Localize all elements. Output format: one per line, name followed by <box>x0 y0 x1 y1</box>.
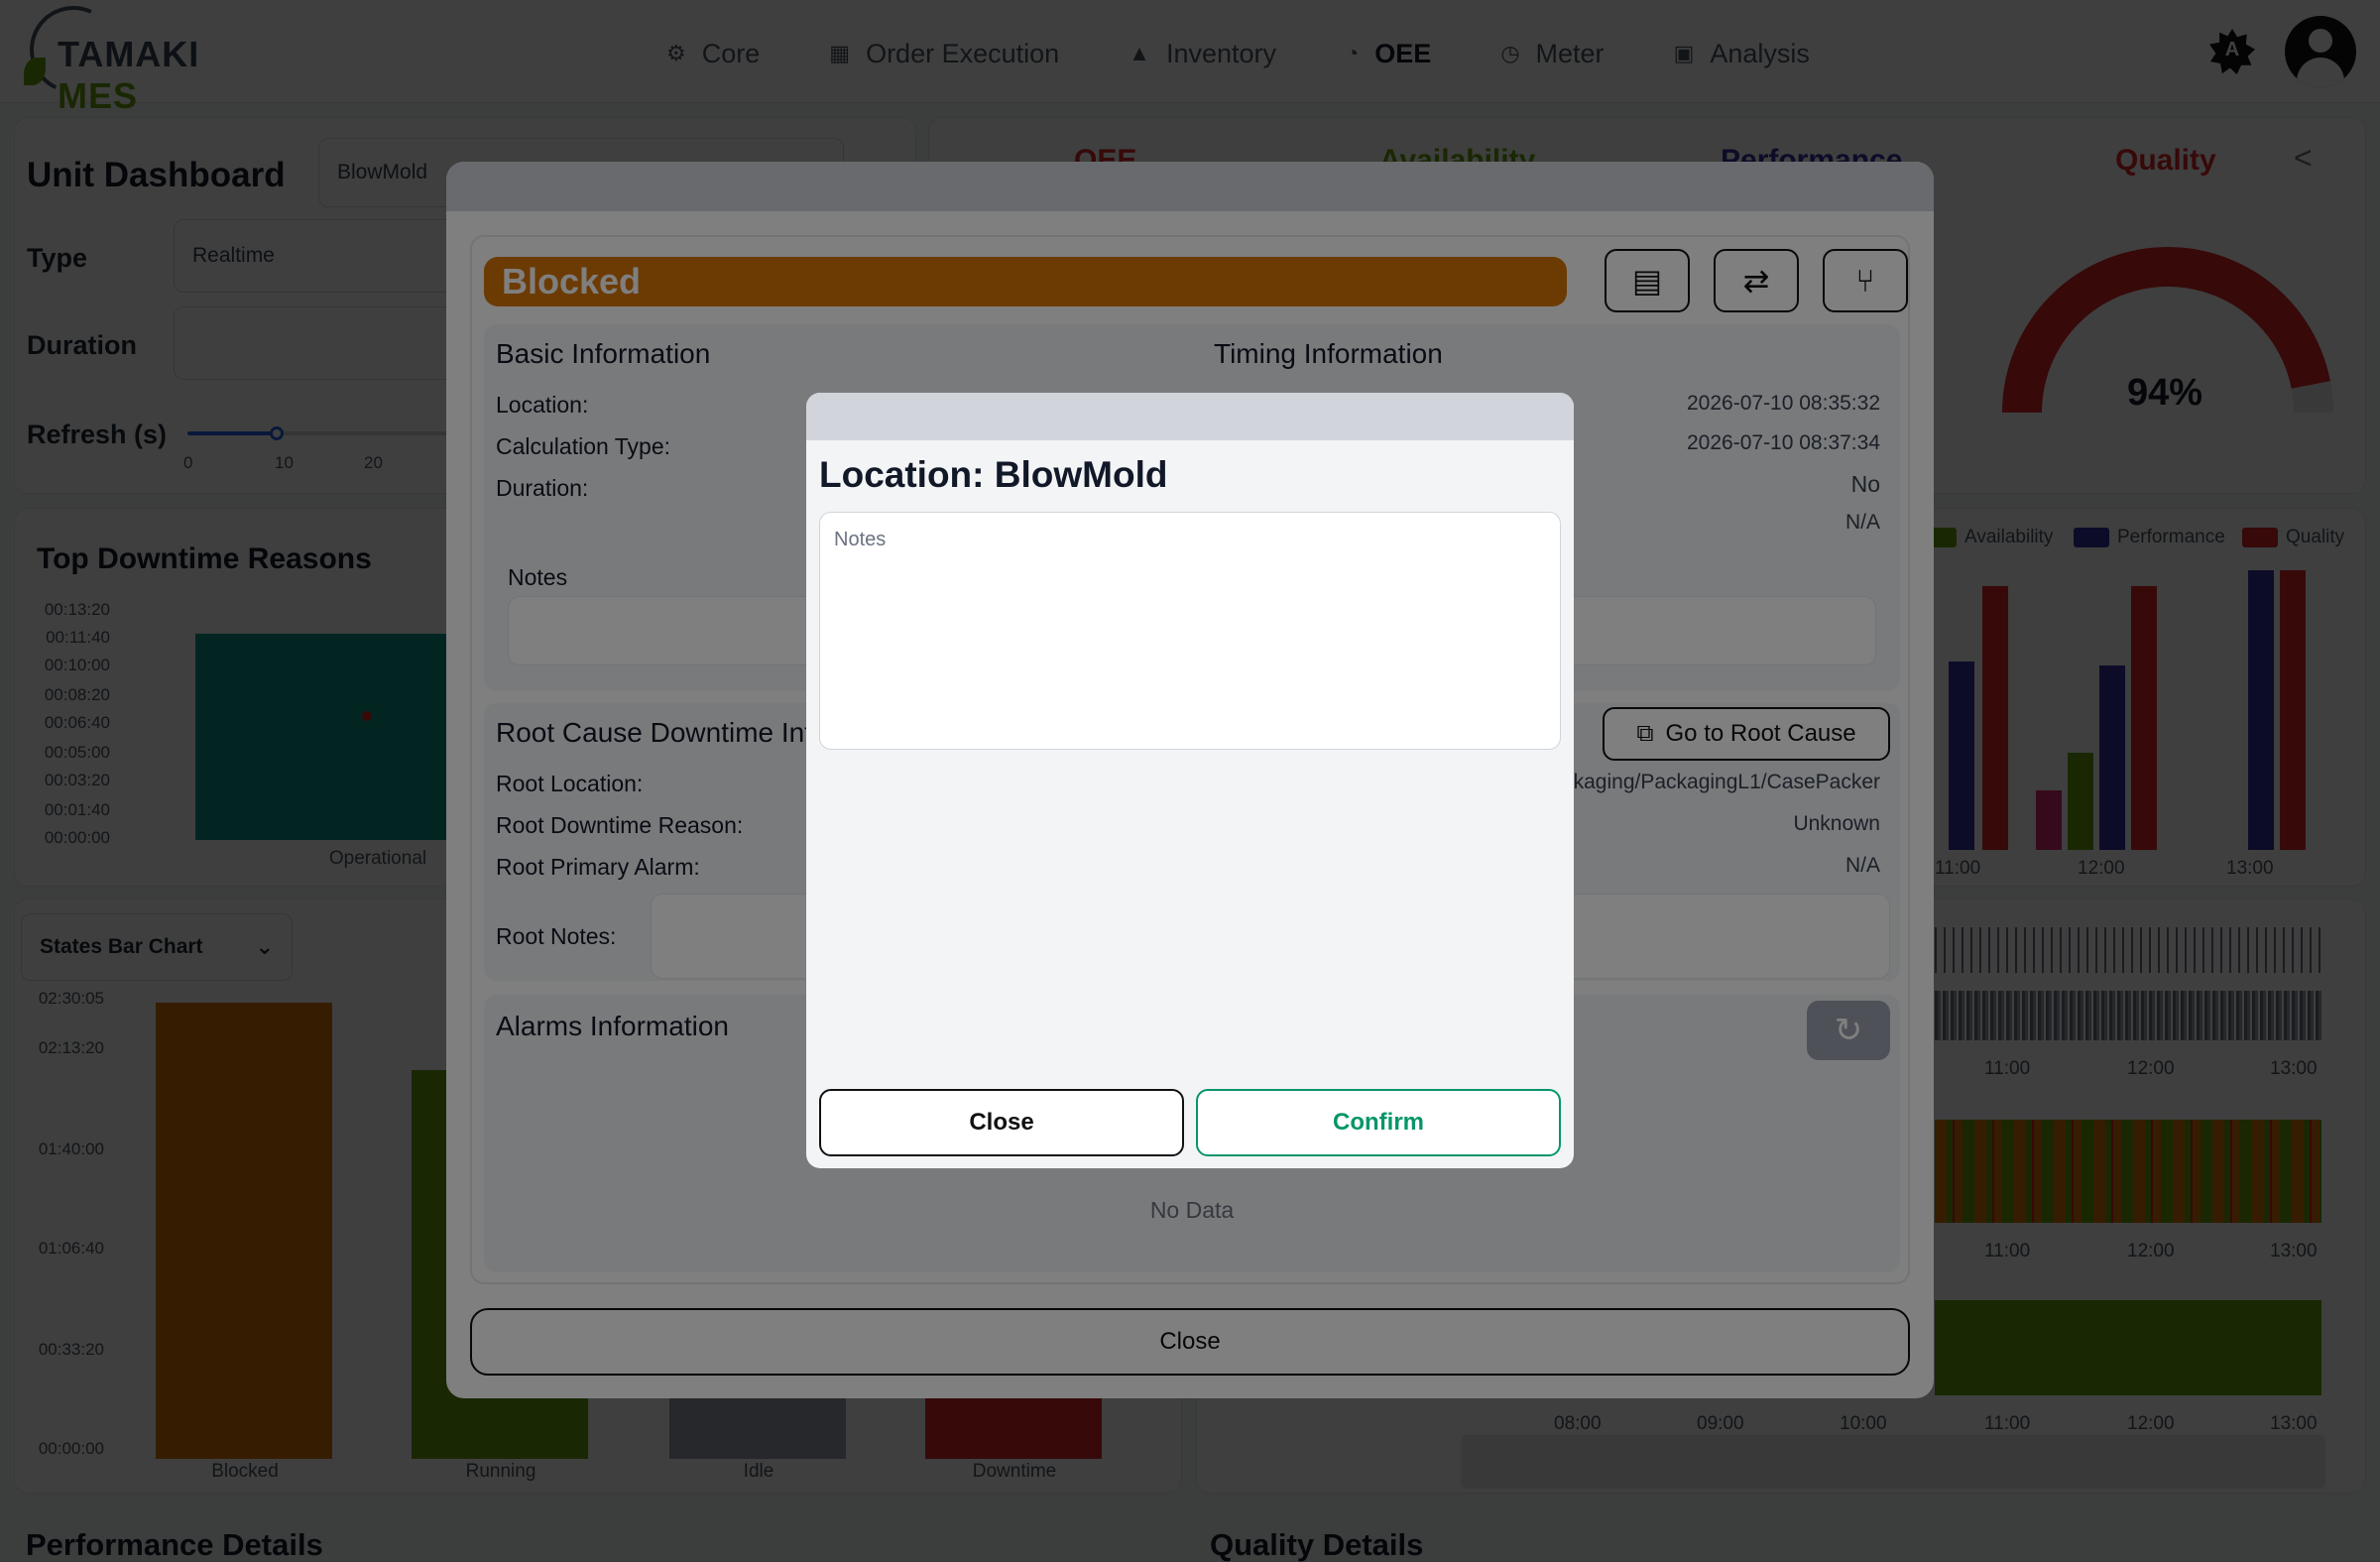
notes-modal: Location: BlowMold Close Confirm <box>806 393 1574 1168</box>
notes-modal-title: Location: BlowMold <box>819 454 1168 495</box>
close-label: Close <box>969 1109 1034 1136</box>
confirm-label: Confirm <box>1333 1109 1424 1136</box>
notes-close-button[interactable]: Close <box>819 1089 1184 1156</box>
notes-modal-header <box>806 393 1574 440</box>
notes-textarea[interactable] <box>819 512 1561 750</box>
notes-confirm-button[interactable]: Confirm <box>1196 1089 1561 1156</box>
